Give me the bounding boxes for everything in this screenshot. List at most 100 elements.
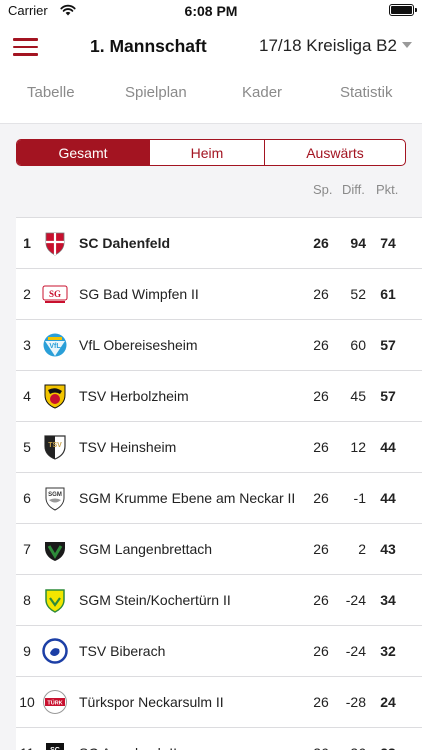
header-diff: Diff. xyxy=(342,182,365,197)
team-name: SGM Krumme Ebene am Neckar II xyxy=(79,490,296,506)
bad-wimpfen-crest-icon: SG xyxy=(42,281,68,307)
goal-difference: -24 xyxy=(345,592,366,608)
goal-difference: 52 xyxy=(350,286,366,302)
team-name: Türkspor Neckarsulm II xyxy=(79,694,224,710)
tuerkspor-crest-icon: TÜRK xyxy=(42,689,68,715)
table-row[interactable]: 11 SC SC Amorbach II 26-36 23 xyxy=(16,728,422,750)
goal-difference: 45 xyxy=(350,388,366,404)
amorbach-crest-icon: SC xyxy=(42,740,68,750)
points: 74 xyxy=(380,235,396,251)
games-played: 26 xyxy=(313,592,329,608)
page-title: 1. Mannschaft xyxy=(90,36,207,56)
table-row[interactable]: 1 SC Dahenfeld 26 94 74 xyxy=(16,218,422,269)
team-name: SC Dahenfeld xyxy=(79,235,171,251)
points: 57 xyxy=(380,388,396,404)
rank: 10 xyxy=(19,694,35,710)
tab-kader[interactable]: Kader xyxy=(242,84,282,101)
table-row[interactable]: 4 TSV Herbolzheim 26 45 57 xyxy=(16,371,422,422)
rank: 6 xyxy=(23,490,31,506)
rank: 2 xyxy=(23,286,31,302)
rank: 8 xyxy=(23,592,31,608)
points: 57 xyxy=(380,337,396,353)
svg-text:SGM: SGM xyxy=(48,492,62,498)
points: 24 xyxy=(380,694,396,710)
rank: 4 xyxy=(23,388,31,404)
table-row[interactable]: 8 SGM Stein/Kochertürn II 26 -24 34 xyxy=(16,575,422,626)
games-played: 26 xyxy=(313,235,329,251)
points: 44 xyxy=(380,439,396,455)
table-row[interactable]: 5 TSV TSV Heinsheim 26 12 44 xyxy=(16,422,422,473)
svg-text:TÜRK: TÜRK xyxy=(47,700,62,707)
goal-difference: 94 xyxy=(350,235,366,251)
rank: 3 xyxy=(23,337,31,353)
status-bar: Carrier 6:08 PM xyxy=(0,0,422,22)
rank: 9 xyxy=(23,643,31,659)
team-name: SGM Stein/Kochertürn II xyxy=(79,592,231,608)
games-played: 26 xyxy=(296,745,346,750)
chevron-down-icon[interactable] xyxy=(402,42,412,48)
team-name: SGM Langenbrettach xyxy=(79,541,213,557)
games-played: 26 xyxy=(313,643,329,659)
battery-icon xyxy=(389,4,417,16)
goal-difference: -36 xyxy=(342,745,366,750)
goal-difference: -1 xyxy=(353,490,366,506)
segment-auswaerts[interactable]: Auswärts xyxy=(264,140,405,165)
tab-spielplan[interactable]: Spielplan xyxy=(125,84,187,101)
games-played: 26 xyxy=(313,286,329,302)
table-row[interactable]: 2 SG SG Bad Wimpfen II 26 52 61 xyxy=(16,269,422,320)
obereisesheim-crest-icon: VfL xyxy=(42,332,68,358)
langenbrettach-crest-icon xyxy=(42,536,68,562)
team-name: SG Bad Wimpfen II xyxy=(79,286,199,302)
points: 44 xyxy=(380,490,396,506)
rank: 11 xyxy=(16,745,38,750)
standings-table: 1 SC Dahenfeld 26 94 74 2 SG SG Bad Wimpfen II 2… xyxy=(16,217,422,750)
svg-text:SG: SG xyxy=(49,289,61,299)
segment-gesamt[interactable]: Gesamt xyxy=(17,140,149,165)
menu-icon[interactable] xyxy=(13,38,38,56)
goal-difference: 12 xyxy=(350,439,366,455)
table-row[interactable]: 6 SGM SGM Krumme Ebene am Neckar II 26 -1 44 xyxy=(16,473,422,524)
points: 23 xyxy=(373,745,403,750)
table-row[interactable]: 9 TSV Biberach 26 -24 32 xyxy=(16,626,422,677)
clock: 6:08 PM xyxy=(184,3,238,19)
table-row[interactable]: 7 SGM Langenbrettach 26 2 43 xyxy=(16,524,422,575)
rank: 5 xyxy=(23,439,31,455)
team-name: SC Amorbach II xyxy=(79,745,177,750)
points: 43 xyxy=(380,541,396,557)
herbolzheim-crest-icon xyxy=(42,383,68,409)
svg-text:VfL: VfL xyxy=(49,343,61,350)
nav-bar: 1. Mannschaft 17/18 Kreisliga B2 xyxy=(0,22,422,72)
standings-view: Gesamt Heim Auswärts Sp. Diff. Pkt. 1 SC … xyxy=(0,123,422,750)
venue-filter: Gesamt Heim Auswärts xyxy=(16,139,406,166)
table-row[interactable]: 10 TÜRK Türkspor Neckarsulm II 26 -28 24 xyxy=(16,677,422,728)
team-name: TSV Heinsheim xyxy=(79,439,177,455)
dahenfeld-crest-icon xyxy=(42,230,68,256)
team-name: TSV Biberach xyxy=(79,643,166,659)
league-selector[interactable]: 17/18 Kreisliga B2 xyxy=(259,36,397,56)
main-tabs: Tabelle Spielplan Kader Statistik xyxy=(0,84,422,110)
goal-difference: 2 xyxy=(358,541,366,557)
points: 34 xyxy=(380,592,396,608)
segment-heim[interactable]: Heim xyxy=(149,140,264,165)
games-played: 26 xyxy=(313,337,329,353)
stein-kochertuern-crest-icon xyxy=(42,587,68,613)
games-played: 26 xyxy=(313,388,329,404)
table-header: Sp. Diff. Pkt. xyxy=(0,182,422,200)
rank: 1 xyxy=(23,235,31,251)
heinsheim-crest-icon: TSV xyxy=(42,434,68,460)
svg-text:TSV: TSV xyxy=(48,442,62,449)
tab-statistik[interactable]: Statistik xyxy=(340,84,393,101)
biberach-crest-icon xyxy=(42,638,68,664)
points: 32 xyxy=(380,643,396,659)
header-points: Pkt. xyxy=(376,182,399,197)
header-games: Sp. xyxy=(313,182,333,197)
team-name: VfL Obereisesheim xyxy=(79,337,198,353)
games-played: 26 xyxy=(313,490,329,506)
krumme-ebene-crest-icon: SGM xyxy=(42,485,68,511)
team-name: TSV Herbolzheim xyxy=(79,388,189,404)
tab-tabelle[interactable]: Tabelle xyxy=(27,84,75,101)
goal-difference: -24 xyxy=(345,643,366,659)
goal-difference: 60 xyxy=(350,337,366,353)
table-row[interactable]: 3 VfL VfL Obereisesheim 26 60 57 xyxy=(16,320,422,371)
rank: 7 xyxy=(23,541,31,557)
